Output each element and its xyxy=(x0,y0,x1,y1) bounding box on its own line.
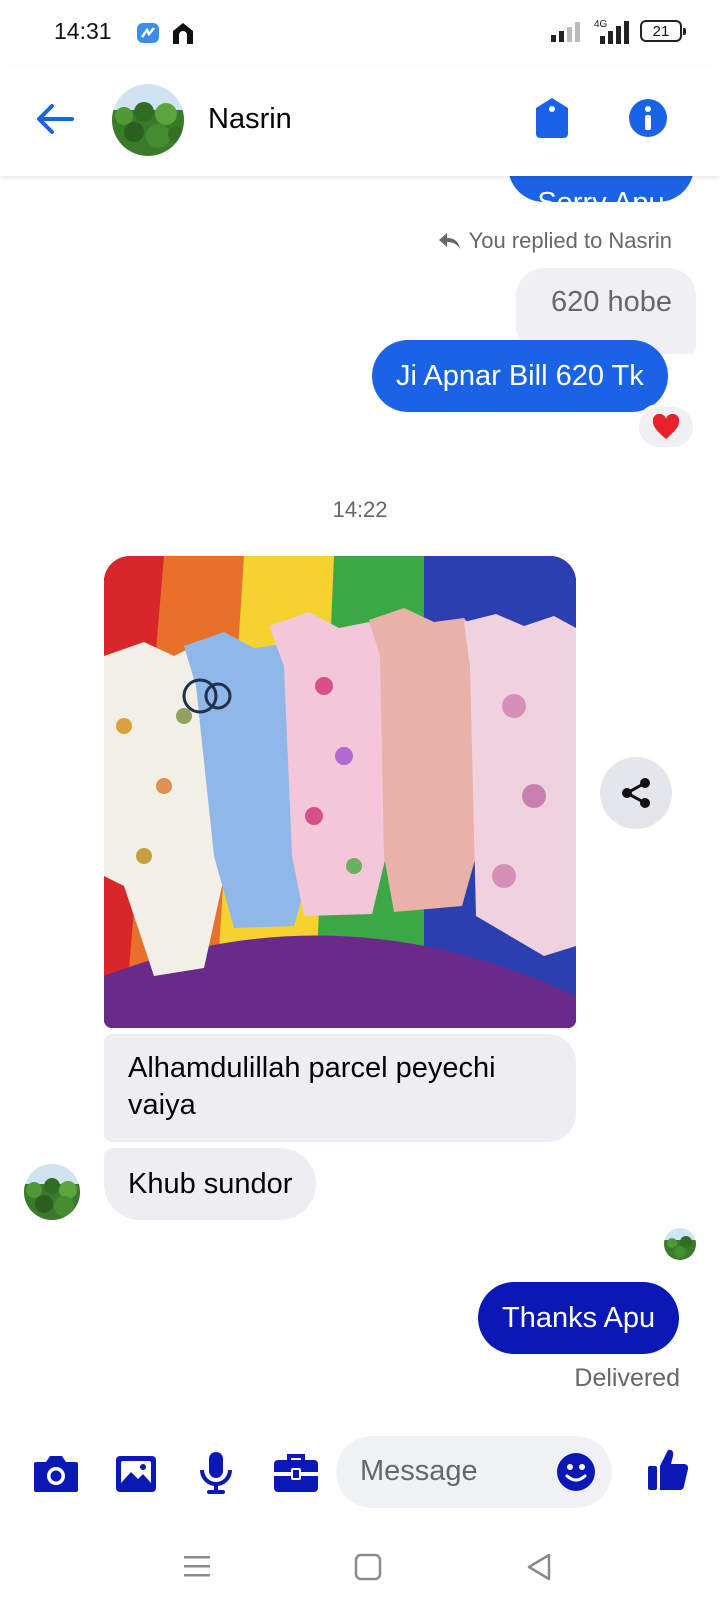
sent-message-thanks[interactable]: Thanks Apu xyxy=(478,1282,680,1354)
messenger-notification-icon xyxy=(137,23,159,43)
friend-avatar[interactable] xyxy=(24,1164,80,1220)
delivery-status: Delivered xyxy=(574,1364,680,1392)
message-timestamp: 14:22 xyxy=(332,497,388,522)
home-notification-icon xyxy=(173,23,193,44)
microphone-icon[interactable] xyxy=(192,1450,240,1496)
signal-4g-icon: 4G xyxy=(594,19,629,44)
contact-avatar[interactable] xyxy=(112,84,184,156)
reply-indicator: You replied to Nasrin xyxy=(437,228,672,254)
landscape-photo-icon xyxy=(112,84,184,156)
seen-receipt-avatar xyxy=(664,1228,696,1260)
status-bar: 14:31 4G 21 xyxy=(0,0,720,66)
sent-message-cut-off-text: Sorry Apu xyxy=(537,187,664,202)
gallery-icon[interactable] xyxy=(112,1450,160,1496)
landscape-photo-icon xyxy=(24,1164,80,1220)
reply-indicator-text: You replied to Nasrin xyxy=(468,228,672,253)
share-icon xyxy=(622,778,650,808)
tag-icon[interactable] xyxy=(534,96,570,140)
photo-attachment[interactable] xyxy=(104,556,576,1028)
sent-message-thanks-text: Thanks Apu xyxy=(502,1302,656,1334)
quoted-message-text: 620 hobe xyxy=(551,286,672,318)
contact-name[interactable]: Nasrin xyxy=(208,103,292,136)
received-message-compliment-text: Khub sundor xyxy=(128,1167,293,1200)
emoji-icon[interactable] xyxy=(556,1452,596,1492)
message-placeholder: Message xyxy=(360,1455,478,1487)
sent-message-bill[interactable]: Ji Apnar Bill 620 Tk xyxy=(372,340,668,412)
signal-icon xyxy=(551,22,580,42)
landscape-photo-icon xyxy=(664,1228,696,1260)
thumbs-up-icon[interactable] xyxy=(646,1446,690,1492)
battery-level: 21 xyxy=(652,22,670,40)
heart-reaction[interactable] xyxy=(636,404,696,450)
chat-header: Nasrin xyxy=(0,66,720,176)
briefcase-icon[interactable] xyxy=(272,1450,320,1496)
status-indicators: 4G 21 xyxy=(550,18,686,44)
network-type-label: 4G xyxy=(594,19,608,30)
baby-clothes-photo-icon xyxy=(104,556,576,1028)
camera-icon[interactable] xyxy=(32,1450,80,1496)
status-time: 14:31 xyxy=(54,18,112,44)
battery-indicator: 21 xyxy=(640,20,686,42)
info-icon[interactable] xyxy=(628,98,668,138)
received-message-compliment[interactable]: Khub sundor xyxy=(104,1148,317,1220)
received-message-parcel-text: Alhamdulillah parcel peyechi vaiya xyxy=(128,1052,496,1121)
message-input[interactable]: Message xyxy=(336,1436,612,1508)
menu-icon[interactable] xyxy=(180,1550,214,1584)
share-button[interactable] xyxy=(600,757,672,829)
back-triangle-icon[interactable] xyxy=(522,1550,556,1584)
sent-message-bill-text: Ji Apnar Bill 620 Tk xyxy=(396,360,644,392)
home-icon[interactable] xyxy=(351,1550,385,1584)
back-arrow-icon[interactable] xyxy=(34,98,76,140)
heart-icon xyxy=(652,414,680,439)
reply-arrow-icon xyxy=(438,233,460,249)
received-message-parcel[interactable]: Alhamdulillah parcel peyechi vaiya xyxy=(104,1034,576,1142)
